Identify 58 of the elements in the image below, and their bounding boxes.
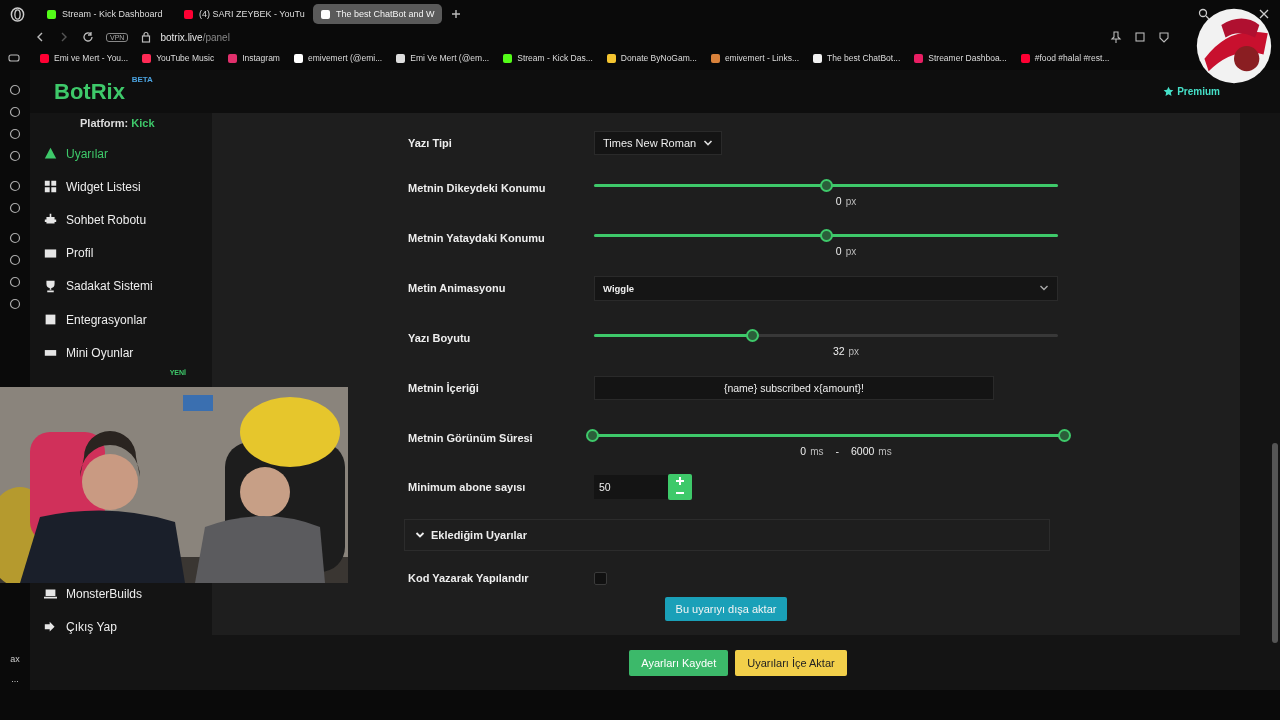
field-label: Metnin Görünüm Süresi xyxy=(408,432,534,444)
slider-value: 0 xyxy=(835,194,842,207)
field-label: Metnin Dikeydeki Konumu xyxy=(408,182,547,194)
logo: BotRix xyxy=(54,78,125,104)
browser-tab[interactable]: Stream - Kick Dashboard xyxy=(39,4,168,24)
field-label: Minimum abone sayısı xyxy=(408,481,527,493)
sidebar-item[interactable]: MonsterBuilds xyxy=(30,581,212,606)
field-label: Yazı Tipi xyxy=(408,137,453,149)
field-label: Yazı Boyutu xyxy=(408,332,472,344)
slider-value: 32 xyxy=(832,344,845,357)
bookmark[interactable]: Emi Ve Mert (@em... xyxy=(396,53,490,63)
text-field[interactable]: {name} subscribed x{amount}! xyxy=(594,376,994,400)
bookmark[interactable]: Emi ve Mert - You... xyxy=(40,53,129,63)
range-separator: - xyxy=(835,444,839,457)
platform-name: Kick xyxy=(131,117,155,129)
unit-label: px xyxy=(845,195,857,207)
bookmark[interactable]: Donate ByNoGam... xyxy=(606,53,697,63)
sidebar-item[interactable]: Sohbet Robotu xyxy=(30,207,212,232)
sidebar-item[interactable]: Sadakat Sistemi xyxy=(30,274,212,299)
address-field[interactable]: botrix.live/panel xyxy=(160,31,230,43)
field-label: Metnin Yataydaki Konumu xyxy=(408,232,546,244)
field-label: Metnin İçeriği xyxy=(408,382,480,394)
section-title: Eklediğim Uyarılar xyxy=(431,529,527,541)
unit-label: px xyxy=(845,245,857,257)
slider-value: 6000 xyxy=(851,444,875,457)
bookmark[interactable]: Stream - Kick Das... xyxy=(503,53,593,63)
sidebar-item[interactable]: Widget Listesi xyxy=(30,174,212,199)
number-field[interactable]: 50 xyxy=(594,475,668,499)
sidebar-item[interactable]: Profil xyxy=(30,241,212,266)
sidebar-item[interactable]: Mini Oyunlar xyxy=(30,340,212,365)
field-label: Metin Animasyonu xyxy=(408,282,507,294)
sidebar-item[interactable]: Uyarılar xyxy=(30,141,212,166)
import-button[interactable]: Uyarıları İçe Aktar xyxy=(735,649,847,676)
rail-label[interactable]: ax xyxy=(10,654,20,664)
sidebar-item[interactable]: Entegrasyonlar xyxy=(30,307,212,332)
unit-label: ms xyxy=(810,445,824,457)
browser-tab[interactable]: The best ChatBot and W xyxy=(313,4,442,24)
sidebar-item[interactable]: Çıkış Yap xyxy=(30,615,212,640)
field-label: Kod Yazarak Yapılandır xyxy=(408,572,530,584)
slider-value: 0 xyxy=(800,444,807,457)
unit-label: ms xyxy=(878,445,892,457)
collapsible-section[interactable]: Eklediğim Uyarılar xyxy=(404,519,1050,551)
bookmark[interactable]: emivemert (@emi... xyxy=(293,53,383,63)
bookmark[interactable]: Streamer Dashboa... xyxy=(914,53,1007,63)
bookmark[interactable]: YouTube Music xyxy=(142,53,215,63)
bookmark[interactable]: #food #halal #rest... xyxy=(1020,53,1110,63)
browser-tab[interactable]: (4) SARI ZEYBEK - YouTu xyxy=(176,4,305,24)
platform-label: Platform: xyxy=(80,117,129,129)
bookmark[interactable]: The best ChatBot... xyxy=(813,53,901,63)
rail-label[interactable]: ... xyxy=(11,674,19,684)
font-dropdown[interactable]: Times New Roman xyxy=(594,131,722,155)
premium-link[interactable]: Premium xyxy=(1177,86,1220,97)
bookmark[interactable]: emivemert - Links... xyxy=(710,53,800,63)
slider-value: 0 xyxy=(835,244,842,257)
bookmark[interactable]: Instagram xyxy=(228,53,280,63)
beta-label: BETA xyxy=(131,74,153,84)
unit-label: px xyxy=(848,345,860,357)
animation-dropdown[interactable]: Wiggle xyxy=(594,275,1058,301)
